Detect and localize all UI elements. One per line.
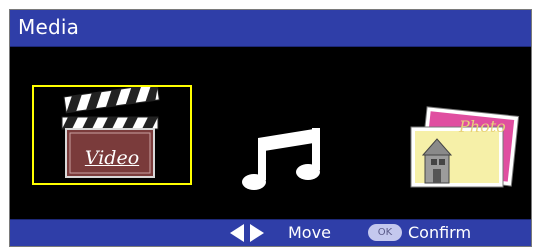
media-item-music[interactable] <box>242 122 330 194</box>
ok-button-icon: OK <box>368 224 402 241</box>
window-title: Media <box>18 15 80 39</box>
confirm-hint: Confirm <box>408 223 472 242</box>
title-bar: Media <box>10 10 531 47</box>
media-item-video[interactable]: Video <box>32 83 192 185</box>
media-items-area: Video Photo <box>10 47 531 222</box>
music-note-icon <box>242 128 320 190</box>
move-hint: Move <box>288 223 331 242</box>
media-menu-window: Media Video Photo Move OK Confirm <box>9 9 532 247</box>
media-item-video-label: Video <box>84 147 140 169</box>
media-item-photo[interactable]: Photo <box>405 103 525 193</box>
footer-hint-bar: Move OK Confirm <box>10 219 531 246</box>
media-item-photo-label: Photo <box>459 117 506 136</box>
left-right-arrows-icon <box>230 224 264 242</box>
